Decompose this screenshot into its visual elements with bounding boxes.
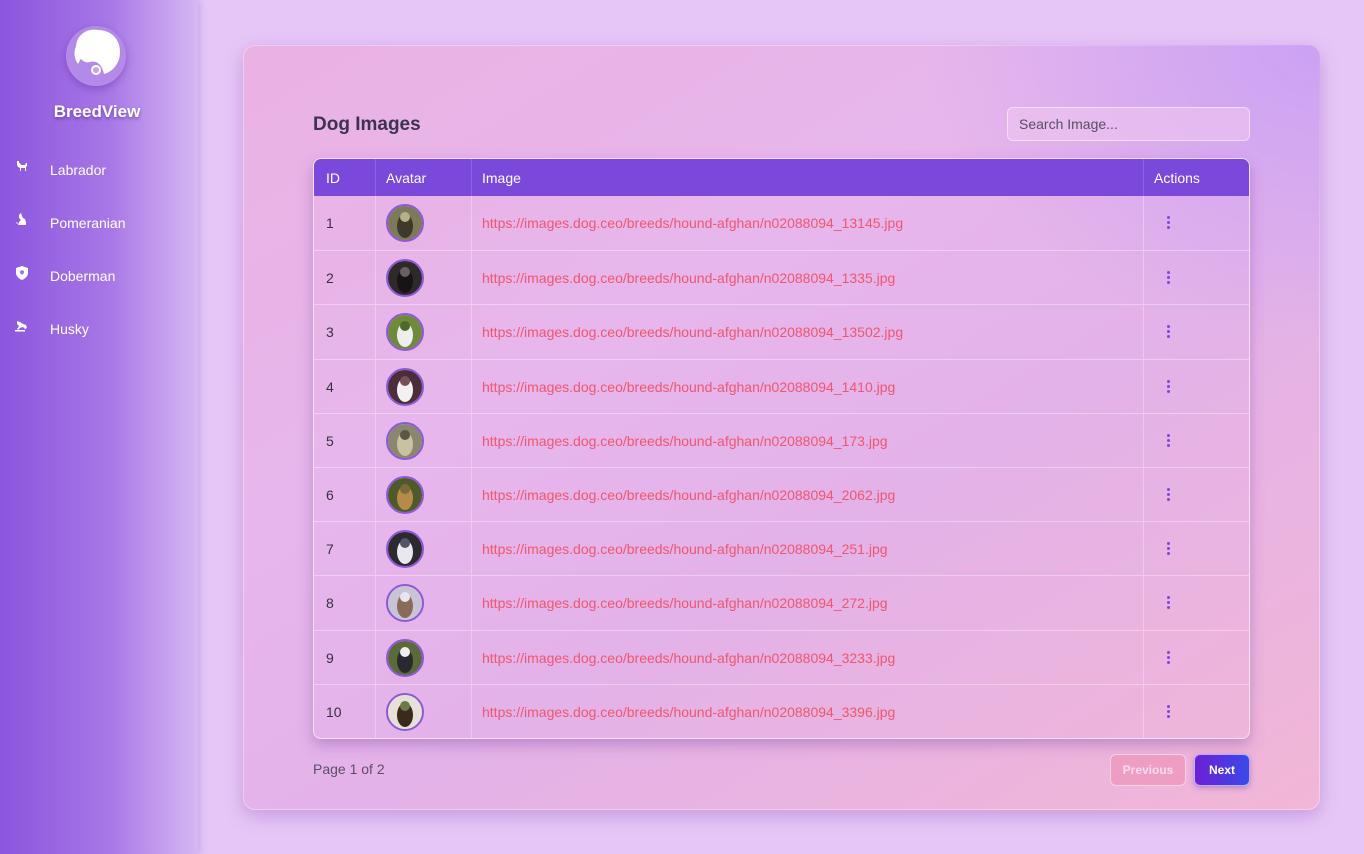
sidebar-item-labrador[interactable]: Labrador (0, 154, 198, 207)
dog-avatar-image (386, 204, 424, 242)
header-avatar: Avatar (386, 170, 427, 186)
image-url-link[interactable]: https://images.dog.ceo/breeds/hound-afgh… (482, 379, 895, 395)
more-actions-icon[interactable] (1162, 649, 1176, 667)
dog-avatar-image (386, 638, 424, 677)
image-url-link[interactable]: https://images.dog.ceo/breeds/hound-afgh… (482, 541, 888, 557)
table-row: 9 https://images.dog.ceo/breeds/hound-afg… (314, 629, 1249, 684)
header-actions: Actions (1154, 170, 1200, 186)
more-actions-icon[interactable] (1162, 486, 1176, 504)
pagination-info: Page 1 of 2 (313, 761, 385, 777)
image-url-link[interactable]: https://images.dog.ceo/breeds/hound-afgh… (482, 433, 888, 449)
next-button[interactable]: Next (1194, 754, 1250, 786)
table-row: 8 https://images.dog.ceo/breeds/hound-afg… (314, 575, 1249, 630)
cell-id: 2 (326, 270, 334, 287)
table-row: 6 https://images.dog.ceo/breeds/hound-afg… (314, 466, 1249, 522)
cell-id: 5 (326, 432, 334, 449)
cell-id: 6 (326, 486, 334, 503)
more-actions-icon[interactable] (1162, 594, 1176, 612)
brand-name: BreedView (53, 102, 141, 121)
table-row: 7 https://images.dog.ceo/breeds/hound-afg… (314, 521, 1249, 576)
image-url-link[interactable]: https://images.dog.ceo/breeds/hound-afgh… (482, 215, 903, 231)
sidebar-item-label: Husky (50, 321, 89, 337)
dog-avatar-image (386, 313, 424, 352)
dog-avatar-image (386, 530, 424, 569)
dog-avatar-image (386, 692, 424, 731)
cell-id: 9 (326, 649, 334, 666)
dog-avatar-image (386, 259, 424, 298)
search-input[interactable] (1007, 107, 1250, 141)
image-url-link[interactable]: https://images.dog.ceo/breeds/hound-afgh… (482, 324, 903, 340)
cell-id: 8 (326, 595, 334, 612)
table-row: 3 https://images.dog.ceo/breeds/hound-afg… (314, 304, 1249, 359)
table-row: 2 https://images.dog.ceo/breeds/hound-afg… (314, 250, 1249, 305)
shield-dog-icon (14, 265, 30, 281)
more-actions-icon[interactable] (1162, 378, 1176, 396)
image-url-link[interactable]: https://images.dog.ceo/breeds/hound-afgh… (482, 595, 888, 611)
sidebar-item-label: Pomeranian (50, 215, 126, 231)
image-url-link[interactable]: https://images.dog.ceo/breeds/hound-afgh… (482, 650, 895, 666)
more-actions-icon[interactable] (1162, 703, 1176, 721)
dog-avatar-image (386, 475, 424, 514)
image-url-link[interactable]: https://images.dog.ceo/breeds/hound-afgh… (482, 487, 895, 503)
table-row: 5 https://images.dog.ceo/breeds/hound-afg… (314, 412, 1249, 467)
sidebar: BreedView Labrador Pomeranian Doberman H… (0, 0, 198, 854)
main-card: Dog Images ID Avatar Image Actions 1 http… (243, 45, 1320, 810)
sidebar-item-label: Doberman (50, 268, 116, 284)
dog-sitting-icon (14, 212, 30, 228)
table-header: ID Avatar Image Actions (314, 159, 1249, 196)
table-body: 1 https://images.dog.ceo/breeds/hound-afg… (314, 196, 1249, 738)
sidebar-item-label: Labrador (50, 162, 107, 178)
dog-avatar-image (386, 421, 424, 460)
page-title: Dog Images (313, 114, 421, 135)
sidebar-item-doberman[interactable]: Doberman (0, 260, 198, 313)
more-actions-icon[interactable] (1162, 214, 1176, 232)
header-id: ID (326, 170, 340, 186)
dog-icon (14, 159, 30, 175)
cell-id: 4 (326, 378, 334, 395)
brand-logo-icon (66, 26, 126, 86)
table-row: 4 https://images.dog.ceo/breeds/hound-afg… (314, 358, 1249, 413)
dog-avatar-image (386, 584, 424, 623)
dog-avatar-image (386, 367, 424, 406)
dog-running-icon (14, 318, 30, 334)
sidebar-item-pomeranian[interactable]: Pomeranian (0, 207, 198, 260)
sidebar-item-husky[interactable]: Husky (0, 313, 198, 366)
more-actions-icon[interactable] (1162, 540, 1176, 558)
sidebar-nav: Labrador Pomeranian Doberman Husky (0, 154, 198, 366)
previous-button[interactable]: Previous (1110, 754, 1186, 786)
cell-id: 10 (326, 703, 342, 720)
table-row: 1 https://images.dog.ceo/breeds/hound-afg… (314, 196, 1249, 251)
cell-id: 3 (326, 324, 334, 341)
more-actions-icon[interactable] (1162, 269, 1176, 287)
images-table: ID Avatar Image Actions 1 https://images.… (313, 158, 1250, 739)
table-row: 10 https://images.dog.ceo/breeds/hound-af… (314, 683, 1249, 738)
more-actions-icon[interactable] (1162, 432, 1176, 450)
cell-id: 1 (326, 215, 334, 231)
image-url-link[interactable]: https://images.dog.ceo/breeds/hound-afgh… (482, 270, 895, 286)
cell-id: 7 (326, 541, 334, 558)
image-url-link[interactable]: https://images.dog.ceo/breeds/hound-afgh… (482, 704, 895, 720)
header-image: Image (482, 170, 521, 186)
more-actions-icon[interactable] (1162, 323, 1176, 341)
